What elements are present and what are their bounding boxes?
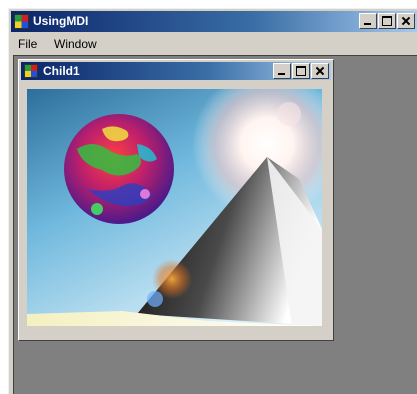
main-window: UsingMDI File Window Child1 xyxy=(8,8,417,394)
child-minimize-button[interactable] xyxy=(273,63,291,79)
main-caption-buttons xyxy=(358,13,415,29)
child-caption-buttons xyxy=(272,63,329,79)
minimize-button[interactable] xyxy=(359,13,377,29)
child-title-bar[interactable]: Child1 xyxy=(21,62,331,80)
space-scene-image xyxy=(27,89,322,326)
menu-file[interactable]: File xyxy=(18,37,37,51)
child-close-button[interactable] xyxy=(311,63,329,79)
child-client-area xyxy=(24,86,325,329)
child-maximize-button[interactable] xyxy=(292,63,310,79)
picture-box xyxy=(27,89,322,326)
close-button[interactable] xyxy=(397,13,415,29)
menu-bar: File Window xyxy=(11,33,417,53)
child-window: Child1 xyxy=(18,59,334,341)
window-title: UsingMDI xyxy=(33,14,89,28)
child-window-title: Child1 xyxy=(43,64,80,78)
child-window-icon[interactable] xyxy=(24,64,38,78)
menu-window[interactable]: Window xyxy=(54,37,97,51)
app-icon[interactable] xyxy=(14,14,29,29)
maximize-button[interactable] xyxy=(378,13,396,29)
main-title-bar[interactable]: UsingMDI xyxy=(11,11,417,32)
mdi-client-area[interactable]: Child1 xyxy=(13,55,417,394)
